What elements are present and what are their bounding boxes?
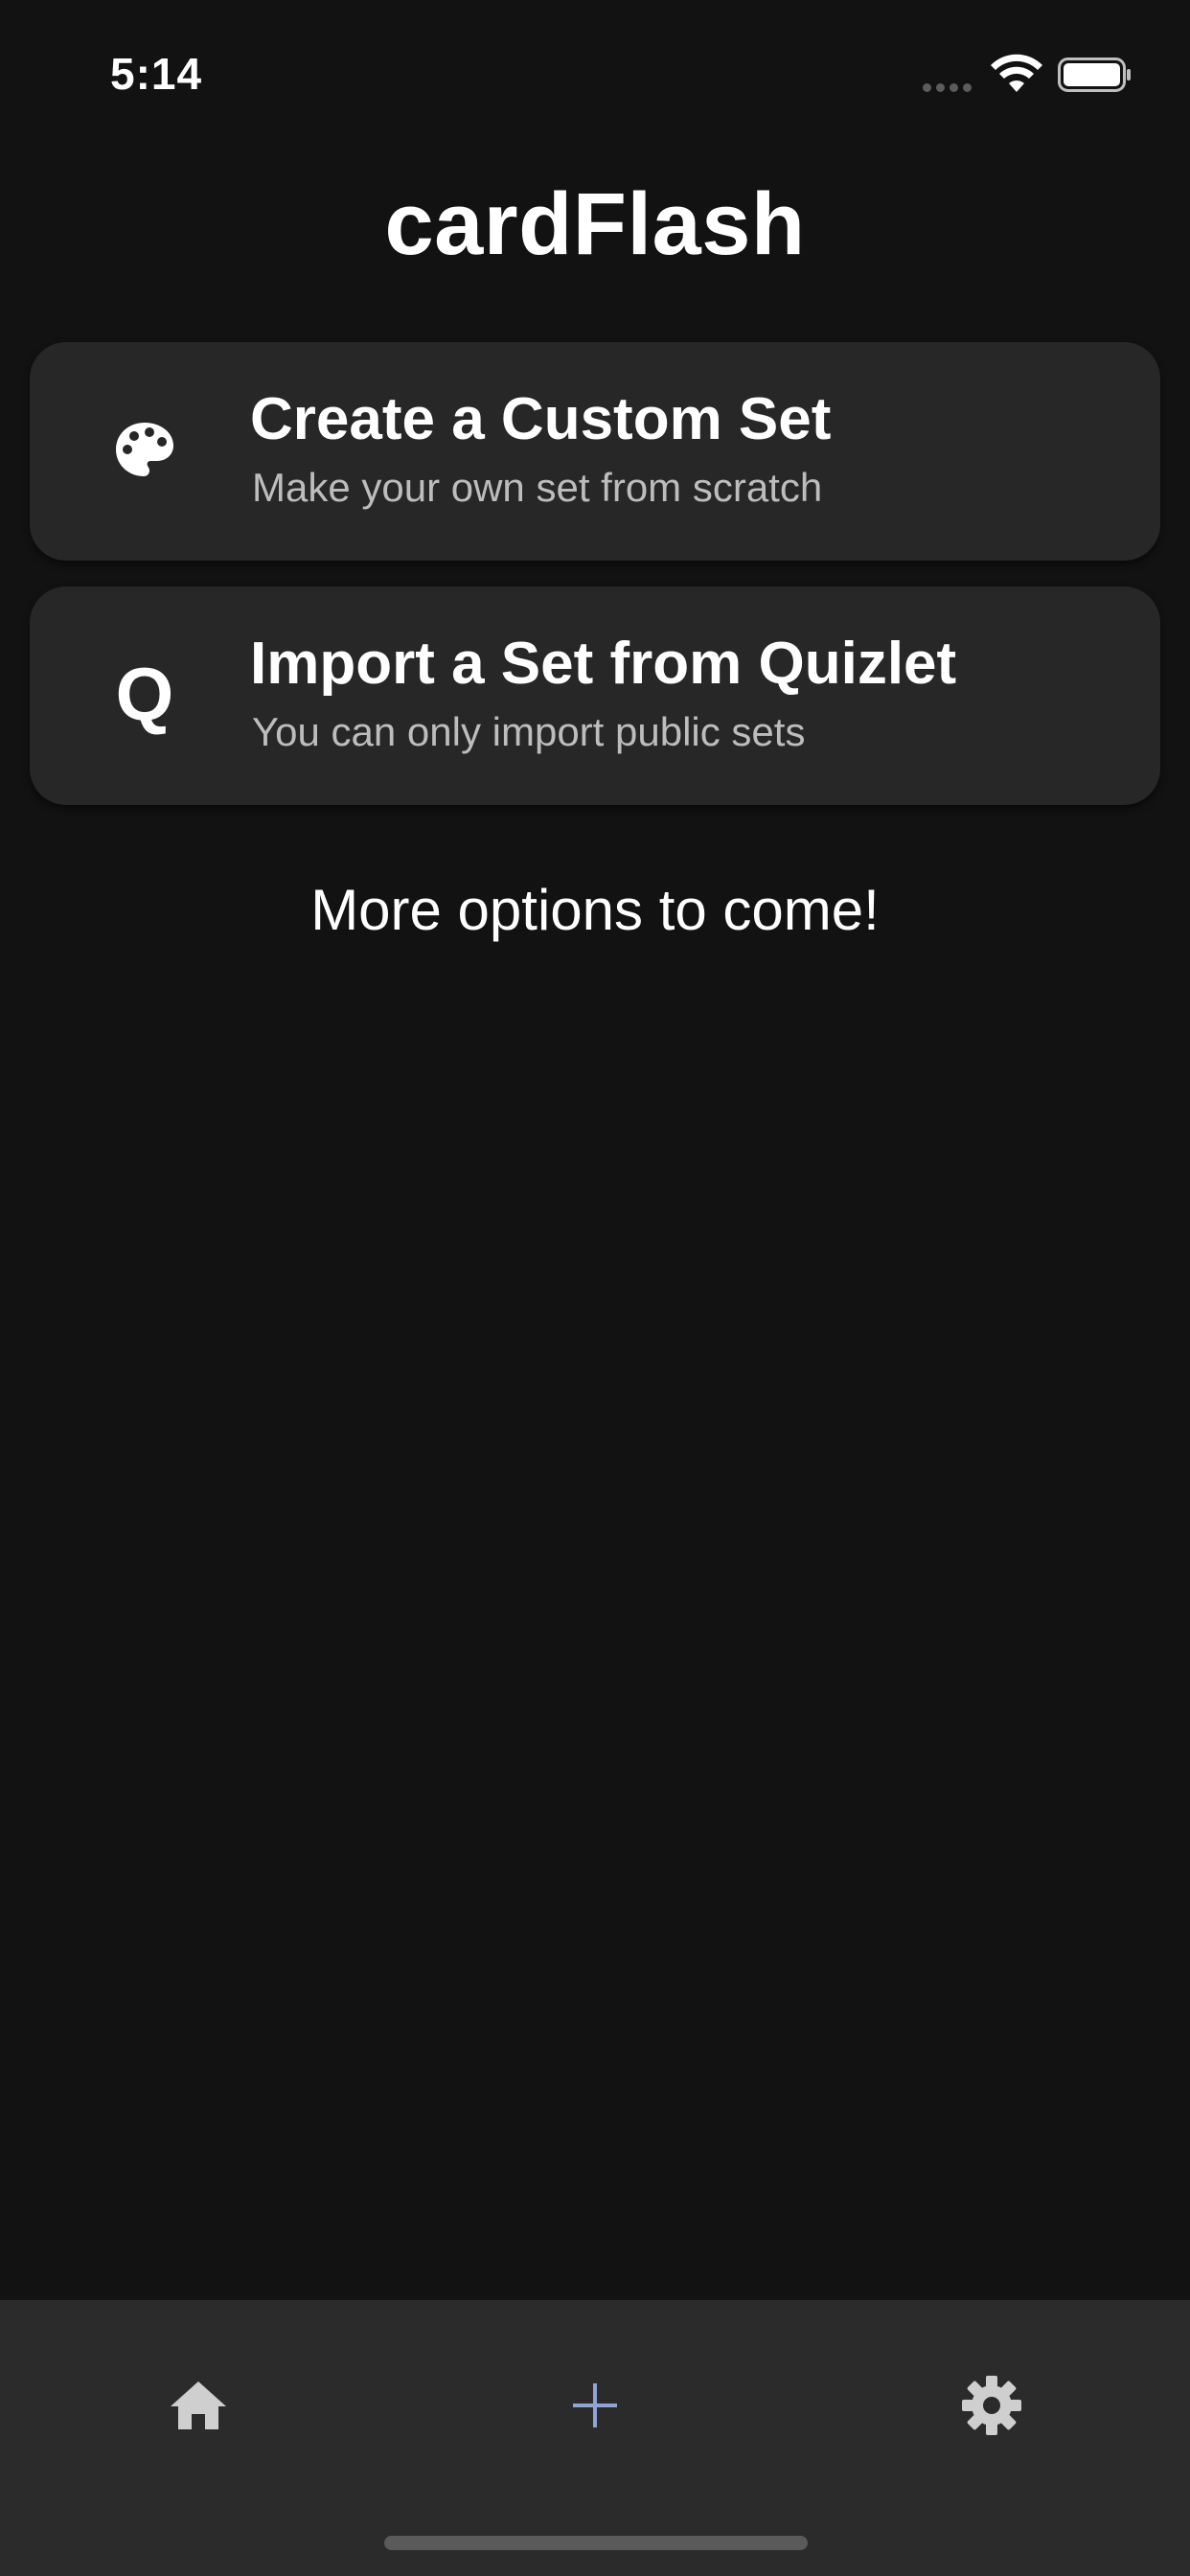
create-custom-set-button[interactable]: Create a Custom Set Make your own set fr… — [30, 342, 1160, 561]
tab-settings[interactable] — [934, 2348, 1049, 2463]
tab-add[interactable] — [538, 2348, 652, 2463]
page-title: cardFlash — [384, 175, 806, 273]
cellular-signal-icon — [923, 83, 972, 92]
plus-icon — [573, 2383, 617, 2427]
tab-home[interactable] — [141, 2348, 256, 2463]
wifi-icon — [991, 54, 1042, 92]
home-icon — [171, 2381, 226, 2429]
palette-icon — [85, 390, 204, 509]
bottom-tab-bar — [0, 2300, 1190, 2576]
import-quizlet-set-button[interactable]: Q Import a Set from Quizlet You can only… — [30, 586, 1160, 805]
card-subtitle: You can only import public sets — [252, 709, 806, 754]
home-indicator[interactable] — [384, 2536, 808, 2550]
battery-icon — [1058, 58, 1131, 92]
card-subtitle: Make your own set from scratch — [252, 465, 823, 510]
status-bar: 5:14 — [0, 0, 1190, 153]
gear-icon — [962, 2376, 1021, 2435]
card-title: Create a Custom Set — [250, 386, 832, 452]
status-time: 5:14 — [110, 49, 203, 99]
more-options-text: More options to come! — [310, 878, 880, 942]
quizlet-q-icon: Q — [115, 651, 174, 736]
card-title: Import a Set from Quizlet — [250, 631, 957, 697]
